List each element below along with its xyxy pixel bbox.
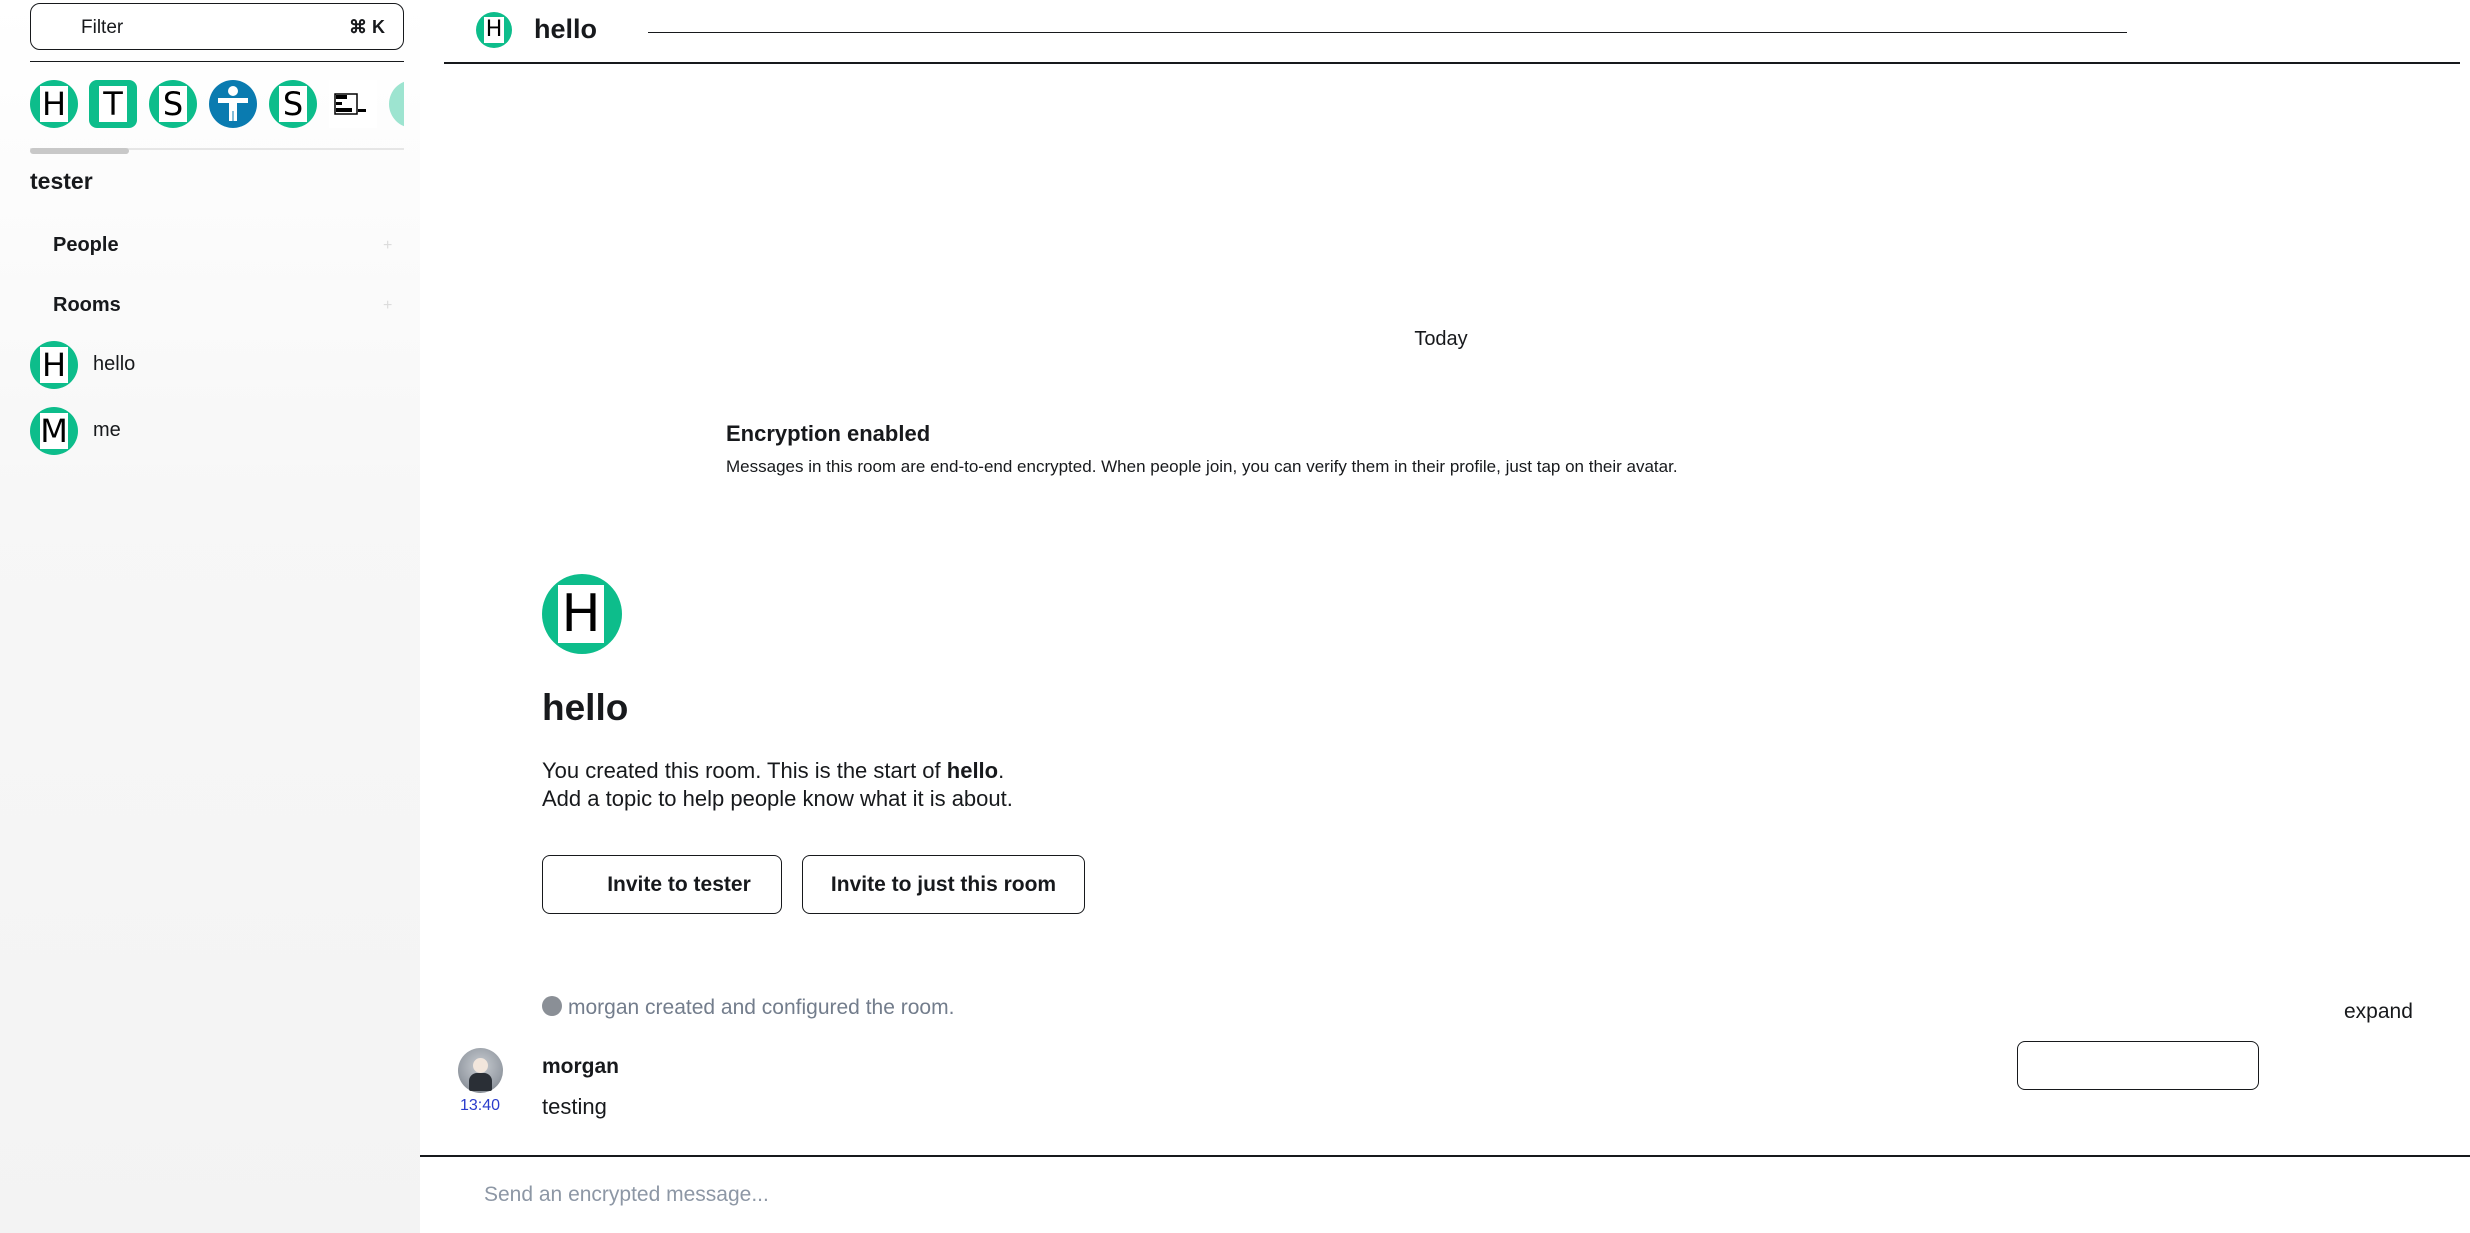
creation-summary-text: morgan created and configured the room. — [568, 996, 955, 1019]
room-header-avatar[interactable]: H — [476, 12, 512, 48]
avatar-letter: H — [484, 17, 504, 43]
intro-text-prefix: You created this room. This is the start… — [542, 758, 947, 783]
left-panel: Filter ⌘ K H T S S tester People + Rooms… — [0, 0, 420, 1233]
add-room-icon[interactable]: + — [383, 298, 395, 314]
room-list-item-hello[interactable]: H hello — [30, 341, 404, 393]
space-avatar-s[interactable]: S — [149, 80, 197, 128]
section-people[interactable]: People — [53, 234, 119, 257]
room-filter-button[interactable]: Filter ⌘ K — [30, 3, 404, 50]
avatar-figure-body — [469, 1073, 492, 1091]
room-avatar-letter: H — [40, 346, 68, 384]
intro-text-suffix: . — [998, 758, 1005, 783]
space-avatar-h[interactable]: H — [30, 80, 78, 128]
room-intro-text: You created this room. This is the start… — [542, 758, 1004, 784]
room-header: H hello — [444, 0, 2460, 64]
room-intro-title: hello — [542, 687, 629, 728]
avatar-letter: H — [558, 585, 604, 643]
space-avatar-letter: H — [40, 85, 68, 123]
sender-avatar[interactable] — [458, 1048, 503, 1093]
message-body: testing — [542, 1094, 607, 1119]
room-creation-summary: morgan created and configured the room. — [542, 996, 954, 1020]
room-avatar: M — [30, 407, 78, 455]
message-composer-input[interactable] — [482, 1182, 2082, 1208]
encryption-description: Messages in this room are end-to-end enc… — [726, 457, 1678, 476]
space-avatar-css[interactable] — [329, 80, 377, 128]
date-separator: Today — [1414, 328, 1468, 350]
space-avatar-partial[interactable] — [389, 80, 404, 128]
message-sender[interactable]: morgan — [542, 1055, 619, 1079]
add-people-icon[interactable]: + — [383, 238, 395, 254]
room-header-title[interactable]: hello — [534, 14, 597, 45]
space-avatar-s2[interactable]: S — [269, 80, 317, 128]
space-avatar-letter: S — [159, 86, 187, 122]
room-view: H hello Today Encryption enabled Message… — [420, 0, 2470, 1233]
room-name: me — [93, 419, 121, 441]
morgan-mini-avatar — [542, 996, 562, 1017]
css-is-awesome-logo — [334, 93, 366, 115]
room-avatar-letter: M — [40, 412, 68, 450]
section-rooms[interactable]: Rooms — [53, 294, 121, 317]
space-name[interactable]: tester — [30, 168, 93, 195]
invite-to-space-button[interactable]: Invite to tester — [542, 855, 782, 914]
room-list-item-me[interactable]: M me — [30, 407, 404, 459]
filter-shortcut: ⌘ K — [349, 17, 385, 37]
message-timestamp[interactable]: 13:40 — [460, 1097, 500, 1115]
encryption-title: Encryption enabled — [726, 421, 931, 446]
accessibility-icon — [218, 86, 248, 121]
expand-button[interactable]: expand — [2344, 1000, 2413, 1024]
space-avatar-accessibility[interactable] — [209, 80, 257, 128]
invite-to-room-button[interactable]: Invite to just this room — [802, 855, 1085, 914]
add-topic-text[interactable]: Add a topic to help people know what it … — [542, 786, 1013, 812]
intro-room-name: hello — [946, 758, 999, 783]
room-intro-avatar[interactable]: H — [542, 574, 622, 654]
message-action-bar[interactable] — [2017, 1041, 2259, 1090]
room-avatar: H — [30, 341, 78, 389]
avatar-figure-face — [473, 1058, 488, 1073]
space-scrollbar-thumb[interactable] — [30, 148, 129, 154]
space-avatar-letter: S — [279, 86, 307, 122]
space-avatar-t[interactable]: T — [89, 80, 137, 128]
divider — [30, 61, 404, 62]
composer-divider — [420, 1155, 2470, 1157]
space-bar: H T S S — [30, 78, 404, 134]
space-avatar-letter: T — [99, 86, 127, 122]
room-name: hello — [93, 353, 136, 375]
filter-label: Filter — [81, 17, 124, 38]
header-divider — [648, 32, 2127, 33]
